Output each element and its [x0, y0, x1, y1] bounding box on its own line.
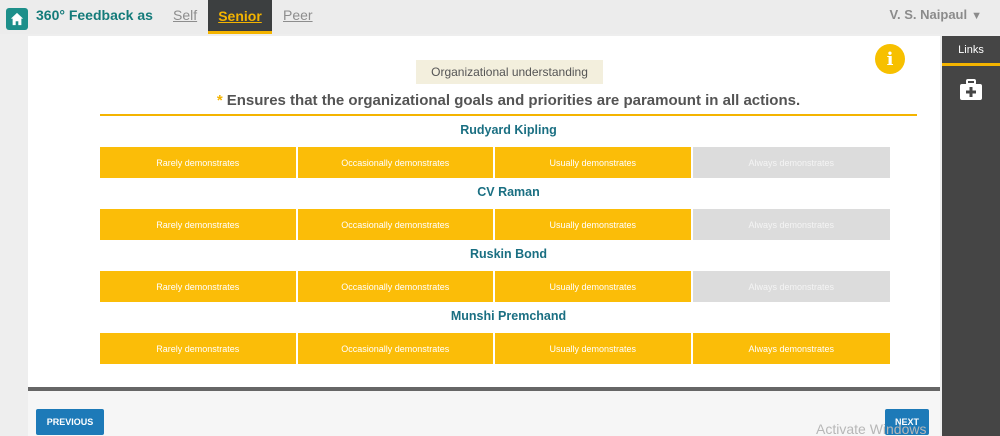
statement-text: Ensures that the organizational goals an… [226, 92, 801, 109]
rating-option[interactable]: Rarely demonstrates [100, 147, 298, 178]
rating-option[interactable]: Occasionally demonstrates [297, 147, 495, 178]
caret-down-icon: ▼ [971, 10, 982, 22]
rating-option[interactable]: Usually demonstrates [495, 209, 693, 240]
tab-peer[interactable]: Peer [283, 7, 313, 23]
rating-option[interactable]: Always demonstrates [692, 147, 890, 178]
rating-option[interactable]: Occasionally demonstrates [297, 271, 495, 302]
first-aid-kit-button[interactable] [942, 72, 1000, 108]
competency-label: Organizational understanding [416, 60, 603, 84]
rating-option[interactable]: Rarely demonstrates [100, 271, 298, 302]
rating-option[interactable]: Usually demonstrates [495, 333, 693, 364]
bottom-nav-bar: PREVIOUS NEXT [28, 387, 940, 436]
subject-name: Ruskin Bond [469, 247, 548, 261]
divider [100, 114, 917, 116]
rating-scale: Rarely demonstrates Occasionally demonstr… [100, 333, 890, 364]
rating-option[interactable]: Usually demonstrates [495, 147, 693, 178]
first-aid-kit-icon [960, 79, 982, 100]
top-bar: 360° Feedback as Self Senior Peer V. S. … [0, 0, 1000, 34]
required-marker: * [216, 92, 223, 109]
tab-senior[interactable]: Senior [208, 0, 272, 34]
subject-name: Rudyard Kipling [460, 123, 557, 137]
tab-self[interactable]: Self [173, 7, 197, 23]
rating-scale: Rarely demonstrates Occasionally demonstr… [100, 271, 890, 302]
rating-option[interactable]: Occasionally demonstrates [297, 333, 495, 364]
home-icon [10, 12, 24, 26]
user-name: V. S. Naipaul [889, 7, 968, 22]
home-button[interactable] [6, 8, 28, 30]
rating-option[interactable]: Rarely demonstrates [100, 209, 298, 240]
question-statement: * Ensures that the organizational goals a… [100, 92, 917, 109]
links-panel: Links [942, 36, 1000, 436]
rating-option[interactable]: Always demonstrates [692, 271, 890, 302]
windows-watermark: Activate Windows [816, 421, 927, 436]
rating-option[interactable]: Always demonstrates [692, 209, 890, 240]
rating-option[interactable]: Usually demonstrates [495, 271, 693, 302]
previous-button[interactable]: PREVIOUS [36, 409, 104, 435]
rating-option[interactable]: Rarely demonstrates [100, 333, 298, 364]
links-tab[interactable]: Links [942, 36, 1000, 66]
rating-scale: Rarely demonstrates Occasionally demonstr… [100, 147, 890, 178]
rating-option[interactable]: Occasionally demonstrates [297, 209, 495, 240]
subject-name: CV Raman [477, 185, 540, 199]
rating-option[interactable]: Always demonstrates [692, 333, 890, 364]
feedback-title: 360° Feedback as [36, 7, 153, 23]
question-card: i Organizational understanding * Ensures … [28, 36, 940, 387]
rating-scale: Rarely demonstrates Occasionally demonstr… [100, 209, 890, 240]
subject-name: Munshi Premchand [450, 309, 567, 323]
user-menu[interactable]: V. S. Naipaul ▼ [890, 7, 982, 22]
info-icon[interactable]: i [875, 44, 905, 74]
